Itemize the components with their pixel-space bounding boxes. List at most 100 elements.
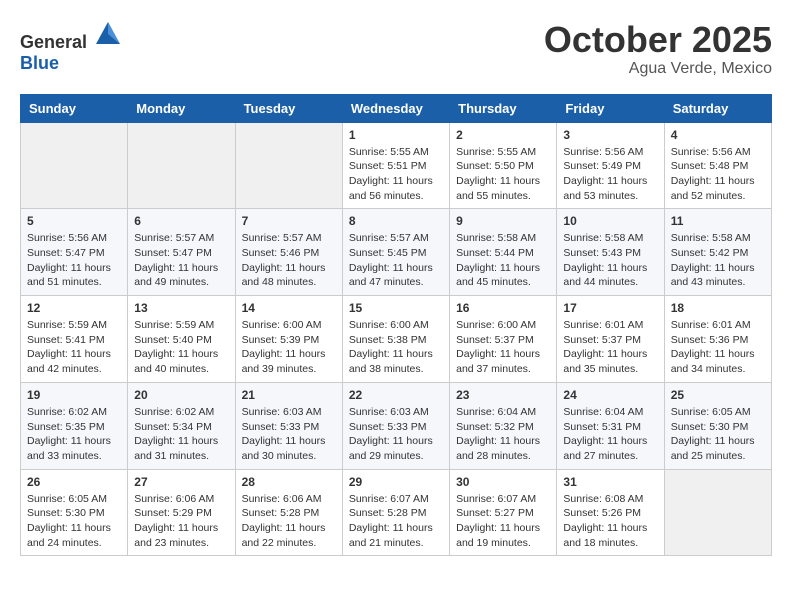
col-monday: Monday [128, 94, 235, 122]
day-info: Sunrise: 5:57 AM Sunset: 5:47 PM Dayligh… [134, 231, 228, 290]
table-row: 9 Sunrise: 5:58 AM Sunset: 5:44 PM Daylig… [450, 209, 557, 296]
day-number: 18 [671, 301, 765, 315]
table-row: 13Sunrise: 5:59 AM Sunset: 5:40 PM Dayli… [128, 296, 235, 383]
day-number: 28 [242, 475, 336, 489]
day-info: Sunrise: 6:06 AM Sunset: 5:29 PM Dayligh… [134, 492, 228, 551]
table-row: 3 Sunrise: 5:56 AM Sunset: 5:49 PM Daylig… [557, 122, 664, 209]
day-info: Sunrise: 5:56 AM Sunset: 5:47 PM Dayligh… [27, 231, 121, 290]
day-info: Sunrise: 6:05 AM Sunset: 5:30 PM Dayligh… [671, 405, 765, 464]
day-info: Sunrise: 6:00 AM Sunset: 5:39 PM Dayligh… [242, 318, 336, 377]
table-row: 24 Sunrise: 6:04 AM Sunset: 5:31 PM Dayli… [557, 382, 664, 469]
day-info: Sunrise: 5:59 AM Sunset: 5:40 PM Dayligh… [134, 318, 228, 377]
day-number: 6 [134, 214, 228, 228]
table-row [664, 469, 771, 556]
col-friday: Friday [557, 94, 664, 122]
table-row: 31 Sunrise: 6:08 AM Sunset: 5:26 PM Dayli… [557, 469, 664, 556]
month-year-title: October 2025 [544, 20, 772, 60]
table-row: 11 Sunrise: 5:58 AM Sunset: 5:42 PM Dayli… [664, 209, 771, 296]
table-row: 14 Sunrise: 6:00 AM Sunset: 5:39 PM Dayli… [235, 296, 342, 383]
table-row [128, 122, 235, 209]
day-number: 14 [242, 301, 336, 315]
day-number: 31 [563, 475, 657, 489]
table-row: 25Sunrise: 6:05 AM Sunset: 5:30 PM Dayli… [664, 382, 771, 469]
logo-general: General [20, 32, 87, 52]
table-row: 16Sunrise: 6:00 AM Sunset: 5:37 PM Dayli… [450, 296, 557, 383]
day-number: 26 [27, 475, 121, 489]
table-row: 19Sunrise: 6:02 AM Sunset: 5:35 PM Dayli… [21, 382, 128, 469]
table-row: 17 Sunrise: 6:01 AM Sunset: 5:37 PM Dayli… [557, 296, 664, 383]
table-row: 22 Sunrise: 6:03 AM Sunset: 5:33 PM Dayli… [342, 382, 449, 469]
calendar-week-4: 19Sunrise: 6:02 AM Sunset: 5:35 PM Dayli… [21, 382, 772, 469]
day-number: 30 [456, 475, 550, 489]
day-number: 19 [27, 388, 121, 402]
location-subtitle: Agua Verde, Mexico [544, 60, 772, 78]
table-row: 29 Sunrise: 6:07 AM Sunset: 5:28 PM Dayli… [342, 469, 449, 556]
col-tuesday: Tuesday [235, 94, 342, 122]
table-row: 23Sunrise: 6:04 AM Sunset: 5:32 PM Dayli… [450, 382, 557, 469]
col-thursday: Thursday [450, 94, 557, 122]
day-number: 17 [563, 301, 657, 315]
day-number: 21 [242, 388, 336, 402]
calendar-week-2: 5Sunrise: 5:56 AM Sunset: 5:47 PM Daylig… [21, 209, 772, 296]
day-info: Sunrise: 6:07 AM Sunset: 5:27 PM Dayligh… [456, 492, 550, 551]
day-number: 27 [134, 475, 228, 489]
day-number: 24 [563, 388, 657, 402]
day-info: Sunrise: 5:57 AM Sunset: 5:45 PM Dayligh… [349, 231, 443, 290]
title-block: October 2025 Agua Verde, Mexico [544, 20, 772, 78]
day-number: 16 [456, 301, 550, 315]
calendar-week-3: 12 Sunrise: 5:59 AM Sunset: 5:41 PM Dayli… [21, 296, 772, 383]
table-row: 30 Sunrise: 6:07 AM Sunset: 5:27 PM Dayli… [450, 469, 557, 556]
day-number: 4 [671, 128, 765, 142]
col-sunday: Sunday [21, 94, 128, 122]
calendar-week-1: 1Sunrise: 5:55 AM Sunset: 5:51 PM Daylig… [21, 122, 772, 209]
table-row: 2Sunrise: 5:55 AM Sunset: 5:50 PM Daylig… [450, 122, 557, 209]
table-row: 27 Sunrise: 6:06 AM Sunset: 5:29 PM Dayli… [128, 469, 235, 556]
col-wednesday: Wednesday [342, 94, 449, 122]
day-info: Sunrise: 5:56 AM Sunset: 5:49 PM Dayligh… [563, 145, 657, 204]
logo-blue: Blue [20, 53, 59, 73]
day-number: 7 [242, 214, 336, 228]
day-info: Sunrise: 5:55 AM Sunset: 5:50 PM Dayligh… [456, 145, 550, 204]
day-number: 15 [349, 301, 443, 315]
day-number: 11 [671, 214, 765, 228]
day-info: Sunrise: 6:01 AM Sunset: 5:36 PM Dayligh… [671, 318, 765, 377]
day-info: Sunrise: 6:05 AM Sunset: 5:30 PM Dayligh… [27, 492, 121, 551]
page-header: General Blue October 2025 Agua Verde, Me… [20, 20, 772, 78]
day-info: Sunrise: 5:58 AM Sunset: 5:43 PM Dayligh… [563, 231, 657, 290]
calendar-table: Sunday Monday Tuesday Wednesday Thursday… [20, 94, 772, 557]
col-saturday: Saturday [664, 94, 771, 122]
table-row: 8 Sunrise: 5:57 AM Sunset: 5:45 PM Daylig… [342, 209, 449, 296]
day-number: 12 [27, 301, 121, 315]
day-info: Sunrise: 6:04 AM Sunset: 5:31 PM Dayligh… [563, 405, 657, 464]
day-info: Sunrise: 6:01 AM Sunset: 5:37 PM Dayligh… [563, 318, 657, 377]
table-row [21, 122, 128, 209]
day-info: Sunrise: 5:58 AM Sunset: 5:42 PM Dayligh… [671, 231, 765, 290]
logo-icon [94, 20, 122, 48]
day-info: Sunrise: 6:04 AM Sunset: 5:32 PM Dayligh… [456, 405, 550, 464]
day-info: Sunrise: 6:07 AM Sunset: 5:28 PM Dayligh… [349, 492, 443, 551]
day-info: Sunrise: 6:03 AM Sunset: 5:33 PM Dayligh… [242, 405, 336, 464]
day-number: 10 [563, 214, 657, 228]
day-info: Sunrise: 5:58 AM Sunset: 5:44 PM Dayligh… [456, 231, 550, 290]
logo: General Blue [20, 20, 122, 74]
table-row: 12 Sunrise: 5:59 AM Sunset: 5:41 PM Dayli… [21, 296, 128, 383]
table-row: 1Sunrise: 5:55 AM Sunset: 5:51 PM Daylig… [342, 122, 449, 209]
day-number: 20 [134, 388, 228, 402]
day-number: 8 [349, 214, 443, 228]
day-number: 9 [456, 214, 550, 228]
table-row: 26 Sunrise: 6:05 AM Sunset: 5:30 PM Dayli… [21, 469, 128, 556]
day-info: Sunrise: 6:08 AM Sunset: 5:26 PM Dayligh… [563, 492, 657, 551]
day-number: 29 [349, 475, 443, 489]
day-number: 3 [563, 128, 657, 142]
day-info: Sunrise: 5:56 AM Sunset: 5:48 PM Dayligh… [671, 145, 765, 204]
day-info: Sunrise: 6:00 AM Sunset: 5:38 PM Dayligh… [349, 318, 443, 377]
day-info: Sunrise: 5:55 AM Sunset: 5:51 PM Dayligh… [349, 145, 443, 204]
day-info: Sunrise: 5:59 AM Sunset: 5:41 PM Dayligh… [27, 318, 121, 377]
table-row: 18 Sunrise: 6:01 AM Sunset: 5:36 PM Dayli… [664, 296, 771, 383]
table-row: 15 Sunrise: 6:00 AM Sunset: 5:38 PM Dayli… [342, 296, 449, 383]
table-row: 28Sunrise: 6:06 AM Sunset: 5:28 PM Dayli… [235, 469, 342, 556]
day-info: Sunrise: 5:57 AM Sunset: 5:46 PM Dayligh… [242, 231, 336, 290]
day-number: 22 [349, 388, 443, 402]
day-info: Sunrise: 6:03 AM Sunset: 5:33 PM Dayligh… [349, 405, 443, 464]
table-row: 7 Sunrise: 5:57 AM Sunset: 5:46 PM Daylig… [235, 209, 342, 296]
